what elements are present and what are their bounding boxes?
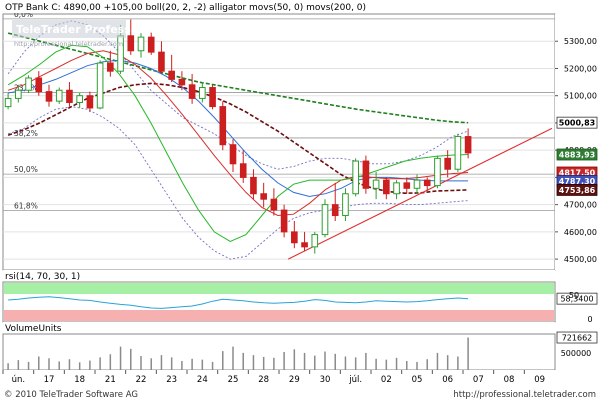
candle-body — [86, 95, 94, 109]
x-axis-label: 22 — [136, 375, 147, 385]
candle-body — [25, 77, 32, 91]
candle-body — [137, 36, 145, 52]
candle-body — [209, 87, 216, 108]
x-axis-label: 07 — [473, 375, 484, 385]
candle-body — [301, 242, 308, 248]
watermark-url: http://professional.teletrader.com — [14, 40, 123, 48]
rsi-title: rsi(14, 70, 30, 1) — [5, 272, 80, 282]
fib-level-label: 61,8% — [14, 201, 38, 210]
candle-body — [199, 87, 206, 99]
volume-value-label: 721662 — [562, 334, 593, 343]
x-axis-label: 06 — [442, 375, 453, 385]
candle-body — [45, 91, 53, 102]
candle-body — [147, 36, 155, 53]
rsi-tick-0: 0 — [587, 315, 592, 324]
x-axis-label: 02 — [381, 375, 392, 385]
price-badge-label: 4883,93 — [559, 151, 595, 160]
rsi-oversold-zone — [4, 310, 554, 321]
candle-body — [76, 95, 83, 104]
rsi-title-bar — [3, 270, 555, 282]
price-axis-label: 4600,00 — [564, 228, 597, 237]
candle-body — [434, 157, 441, 187]
candle-body — [423, 179, 431, 187]
x-axis-label: 28 — [258, 375, 269, 385]
footer-copyright: © 2010 TeleTrader Software AG — [4, 390, 138, 400]
candle-body — [362, 160, 370, 189]
candle-body — [352, 160, 359, 195]
x-axis-label: 05 — [412, 375, 423, 385]
x-axis-label: 17 — [44, 375, 55, 385]
candle-body — [464, 136, 472, 154]
x-axis-label: 23 — [166, 375, 177, 385]
candle-body — [383, 179, 390, 195]
candle-body — [260, 193, 267, 200]
x-axis-label: 24 — [197, 375, 208, 385]
price-axis-label: 5200,00 — [564, 64, 597, 73]
volume-title-bar — [3, 322, 555, 334]
fib-level-label: 50,0% — [14, 165, 38, 174]
rsi-tick-50: 50 — [569, 291, 579, 300]
chart-window: 0,0%23,6%38,2%50,0%61,8%100,0% TeleTrade… — [0, 0, 600, 400]
volume-panel-frame — [2, 333, 556, 371]
candle-body — [188, 84, 196, 99]
candle-body — [444, 157, 451, 170]
x-axis-label: 18 — [74, 375, 85, 385]
candle-body — [178, 78, 186, 86]
candle-body — [372, 179, 380, 189]
candle-body — [127, 35, 135, 52]
candle-body — [270, 198, 278, 211]
footer-url: http://professional.teletrader.com — [453, 390, 596, 400]
candle-body — [291, 231, 298, 244]
candle-body — [403, 182, 411, 189]
candle-body — [239, 163, 247, 178]
x-axis-label: 09 — [534, 375, 545, 385]
candle-body — [454, 136, 462, 170]
candle-body — [15, 89, 22, 99]
rsi-overbought-zone — [4, 283, 554, 294]
x-axis-label: 08 — [504, 375, 515, 385]
watermark-brand: TeleTrader Professional — [16, 23, 161, 36]
candle-body — [321, 204, 329, 236]
candle-body — [413, 179, 421, 189]
candle-body — [250, 176, 257, 195]
x-axis-label: júl. — [348, 375, 362, 385]
candle-body — [280, 209, 288, 233]
candle-body — [393, 182, 400, 195]
candle-body — [158, 51, 165, 72]
chart-title: OTP Bank C: 4890,00 +105,00 boll(20, 2, … — [5, 3, 366, 13]
price-axis-label: 4500,00 — [564, 255, 597, 264]
volume-title: VolumeUnits — [5, 324, 62, 334]
price-axis: 5300,005200,005100,005000,004900,004800,… — [555, 14, 600, 270]
price-axis-label: 5300,00 — [564, 37, 597, 46]
price-axis-label: 5100,00 — [564, 92, 597, 101]
fib-level-label: 38,2% — [14, 129, 38, 138]
candle-body — [219, 106, 227, 146]
candle-body — [4, 97, 12, 108]
x-axis-label: 21 — [105, 375, 116, 385]
candle-body — [35, 77, 43, 93]
x-axis-label: ún. — [12, 375, 25, 385]
candle-body — [311, 234, 319, 248]
x-axis-label: 30 — [320, 375, 331, 385]
candle-body — [229, 144, 237, 165]
candle-body — [66, 89, 73, 104]
volume-tick-500000: 500000 — [561, 349, 592, 358]
candle-body — [342, 193, 349, 217]
candle-body — [107, 62, 114, 72]
price-badge-label: 4753,86 — [559, 186, 596, 195]
price-badge-label: 5000,83 — [559, 119, 595, 128]
candle-body — [331, 204, 339, 217]
x-axis-label: 29 — [289, 375, 300, 385]
x-axis-label: 25 — [228, 375, 239, 385]
candle-body — [55, 89, 63, 102]
trading-chart: 0,0%23,6%38,2%50,0%61,8%100,0% TeleTrade… — [0, 0, 600, 400]
candle-body — [96, 62, 104, 109]
price-axis-label: 4700,00 — [564, 201, 597, 210]
candle-body — [168, 70, 175, 80]
